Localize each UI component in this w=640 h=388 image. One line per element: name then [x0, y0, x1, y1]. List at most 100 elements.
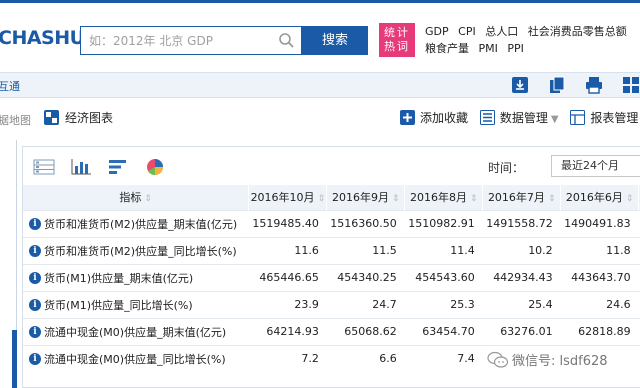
hot-badge-line2: 热词	[384, 40, 410, 53]
nav-bar: 互通	[0, 72, 640, 98]
left-side-panel	[0, 140, 17, 388]
column-header[interactable]: 2016年9月 ⇕	[326, 185, 406, 210]
value-cell: 442934.43	[482, 263, 561, 291]
table-row: i 货币和准货币(M2)供应量_期末值(亿元) 1519485.40 1516360.…	[23, 209, 640, 237]
hot-link-retail[interactable]: 社会消费品零售总额	[528, 25, 627, 38]
info-icon[interactable]: i	[29, 325, 41, 338]
time-range-value: 最近24个月	[561, 159, 619, 172]
indicator-cell[interactable]: i 货币和准货币(M2)供应量_同比增长(%)	[23, 236, 249, 264]
value-cell: 11.4	[404, 236, 483, 264]
search-button[interactable]: 搜索	[302, 26, 368, 55]
tool-bar: 据地图 经济图表 添加收藏 数据管理▼ 报表管理▼	[0, 104, 640, 132]
value-cell: 1510982.91	[404, 209, 483, 237]
value-cell: 65068.62	[326, 317, 405, 345]
value-cell: 63276.01	[482, 317, 561, 345]
value-cell: 24.6	[560, 290, 639, 318]
indicator-cell[interactable]: i 流通中现金(M0)供应量_同比增长(%)	[23, 344, 249, 372]
report-manage-button[interactable]: 报表管理▼	[570, 109, 640, 126]
value-cell: 23.9	[248, 290, 327, 318]
wechat-watermark: 微信号: lsdf628	[487, 350, 608, 369]
value-cell: 443643.70	[560, 263, 639, 291]
indicator-cell[interactable]: i 货币(M1)供应量_同比增长(%)	[23, 290, 249, 318]
time-label: 时间：	[488, 161, 525, 175]
value-cell: 25.4	[482, 290, 561, 318]
indicator-cell[interactable]: i 流通中现金(M0)供应量_期末值(亿元)	[23, 317, 249, 345]
table-row: i 流通中现金(M0)供应量_期末值(亿元) 64214.93 65068.62 634…	[23, 317, 640, 345]
info-icon[interactable]: i	[29, 352, 41, 365]
pie-chart-icon[interactable]	[144, 158, 166, 176]
indicator-name: 货币和准货币(M2)供应量_期末值(亿元)	[44, 217, 238, 231]
hot-link-grain[interactable]: 粮食产量	[425, 42, 469, 55]
info-icon[interactable]: i	[29, 271, 41, 284]
table-view-icon[interactable]	[33, 158, 55, 176]
hot-link-gdp[interactable]: GDP	[425, 25, 449, 38]
economic-chart-label: 经济图表	[65, 111, 114, 125]
value-cell: 6.6	[326, 344, 405, 372]
grid-icon[interactable]	[622, 76, 640, 94]
column-header[interactable]: 2016年6月 ⇕	[560, 185, 640, 210]
data-map-link[interactable]: 据地图	[0, 112, 31, 128]
search-input[interactable]	[81, 27, 271, 54]
sort-icon: ⇕	[469, 194, 478, 205]
panel-scroll-indicator[interactable]	[12, 330, 17, 388]
value-cell: 11.6	[248, 236, 327, 264]
indicator-name: 货币和准货币(M2)供应量_同比增长(%)	[44, 244, 237, 258]
info-icon[interactable]: i	[29, 298, 41, 311]
plus-icon	[400, 110, 415, 125]
column-header[interactable]: 2016年7月 ⇕	[482, 185, 562, 210]
nav-icons	[497, 76, 640, 98]
print-icon[interactable]	[585, 76, 603, 94]
info-icon[interactable]: i	[29, 244, 41, 257]
hot-link-pmi[interactable]: PMI	[479, 42, 498, 55]
indicator-cell[interactable]: i 货币(M1)供应量_期末值(亿元)	[23, 263, 249, 291]
data-manage-button[interactable]: 数据管理 ▼	[479, 109, 559, 126]
site-logo[interactable]: CHASHU	[0, 27, 85, 49]
hot-link-population[interactable]: 总人口	[485, 25, 518, 38]
add-favorite-button[interactable]: 添加收藏	[400, 109, 468, 126]
column-header[interactable]: 2016年8月 ⇕	[404, 185, 484, 210]
hot-links: GDP CPI 总人口 社会消费品零售总额 粮食产量 PMI PPI	[425, 23, 640, 57]
nav-left-link[interactable]: 互通	[0, 78, 20, 94]
upload-icon[interactable]	[511, 76, 529, 94]
value-cell: 454543.60	[404, 263, 483, 291]
value-cell: 1491558.72	[482, 209, 561, 237]
value-cell: 7.2	[248, 344, 327, 372]
hot-link-cpi[interactable]: CPI	[458, 25, 476, 38]
table-row: i 货币(M1)供应量_同比增长(%) 23.9 24.7 25.3 25.4 24.6	[23, 290, 640, 318]
time-range-select[interactable]: 最近24个月 ▼	[551, 155, 640, 177]
value-cell: 62818.89	[560, 317, 639, 345]
chart-grid-icon	[44, 110, 59, 125]
indicator-name: 流通中现金(M0)供应量_期末值(亿元)	[44, 325, 227, 339]
sort-icon: ⇕	[392, 194, 400, 205]
column-header[interactable]: 2016年10月 ⇕	[248, 185, 328, 210]
value-cell: 7.4	[404, 344, 483, 372]
hot-words-badge: 统计 热词	[379, 23, 415, 57]
watermark-text: 微信号: lsdf628	[512, 354, 608, 369]
data-table: 指标 ⇕ 2016年10月 ⇕ 2016年9月 ⇕ 2016年8月 ⇕ 2016年7月 ⇕…	[23, 185, 640, 372]
indicator-name: 货币(M1)供应量_同比增长(%)	[44, 298, 193, 312]
bar-chart-icon[interactable]	[70, 158, 92, 176]
table-row: i 货币(M1)供应量_期末值(亿元) 465446.65 454340.25 4545…	[23, 263, 640, 291]
report-manage-label: 报表管理	[590, 111, 639, 125]
hot-link-ppi[interactable]: PPI	[507, 42, 524, 55]
horizontal-bar-icon[interactable]	[107, 158, 129, 176]
value-cell: 465446.65	[248, 263, 327, 291]
sort-icon: ⇕	[317, 194, 326, 205]
value-cell: 10.2	[482, 236, 561, 264]
toolbar-actions: 添加收藏 数据管理▼ 报表管理▼	[400, 109, 640, 126]
search-icon[interactable]	[278, 32, 295, 49]
indicator-column-header[interactable]: 指标 ⇕	[23, 185, 250, 210]
value-cell: 1519485.40	[248, 209, 327, 237]
value-cell: 64214.93	[248, 317, 327, 345]
indicator-name: 货币(M1)供应量_期末值(亿元)	[44, 271, 194, 285]
indicator-cell[interactable]: i 货币和准货币(M2)供应量_期末值(亿元)	[23, 209, 249, 237]
value-cell: 25.3	[404, 290, 483, 318]
info-icon[interactable]: i	[29, 217, 41, 230]
copy-icon[interactable]	[548, 76, 566, 94]
top-header: CHASHU 搜索 统计 热词 GDP CPI 总人口 社会消费品零售总额 粮食…	[0, 0, 640, 72]
economic-chart-link[interactable]: 经济图表	[44, 109, 113, 126]
chevron-down-icon: ▼	[550, 114, 559, 125]
value-cell: 63454.70	[404, 317, 483, 345]
value-cell: 454340.25	[326, 263, 405, 291]
add-favorite-label: 添加收藏	[420, 111, 469, 125]
